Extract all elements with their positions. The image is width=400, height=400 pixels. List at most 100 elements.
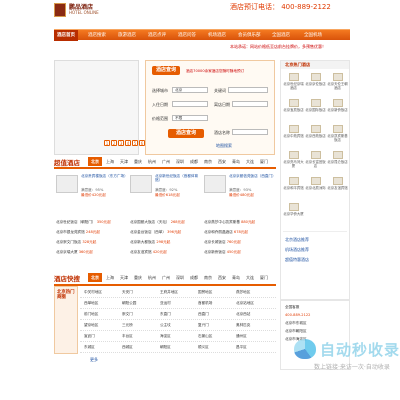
sidebar-hotel[interactable]: 北京世纪京瑞酒店	[283, 73, 304, 95]
hotel-list-item[interactable]: 北京世纪饭店（朝阳门） 350元起	[56, 220, 111, 225]
hotel-list-item[interactable]: 北京燕莎中心凯宾斯基 880元起	[204, 220, 255, 225]
district-link[interactable]: 三元桥	[122, 323, 133, 328]
map-search-link[interactable]: 地图搜索	[216, 143, 232, 149]
promo-notice[interactable]: 本站承诺：网站价格低至店前台挂牌价，多预售优惠！	[230, 44, 326, 50]
hotel-card[interactable]: 北京贵宾楼饭店（东方广场） 满意度：95% 最低价420元起	[56, 172, 128, 216]
city-tab[interactable]: 杭州	[148, 159, 156, 165]
city-tab[interactable]: 深圳	[176, 159, 184, 165]
city-tab[interactable]: 重庆	[134, 159, 142, 165]
district-link[interactable]: 东城区	[84, 345, 95, 350]
hotel-card[interactable]: 北京京都信苑饭店（西直门） 满意度：93% 最低价480元起	[204, 172, 276, 216]
hotel-name[interactable]: 北京京都信苑饭店（西直门）	[229, 174, 276, 178]
sidebar-hotel[interactable]: 北京国际饭店	[305, 99, 326, 121]
sidebar-hotel[interactable]: 北京北辰洲际	[305, 177, 326, 199]
checkin-input[interactable]	[172, 101, 208, 107]
city-tab[interactable]: 杭州	[148, 275, 156, 281]
city-tab[interactable]: 厦门	[260, 159, 268, 165]
city-tab[interactable]: 北京	[88, 273, 102, 282]
city-tab[interactable]: 青岛	[232, 159, 240, 165]
city-tab[interactable]: 深圳	[176, 275, 184, 281]
city-tab[interactable]: 北京	[88, 157, 102, 166]
sidebar-hotel[interactable]: 北京和平宾馆	[283, 177, 304, 199]
district-link[interactable]: 东直门	[160, 312, 171, 317]
site-logo[interactable]: 鹏品酒店 HOTEL ONLINE	[54, 2, 104, 22]
city-tab[interactable]: 成都	[190, 159, 198, 165]
nav-item-travel[interactable]: 旅游酒店	[118, 30, 136, 41]
sidebar-link[interactable]: 机场酒店推荐	[285, 247, 309, 253]
city-tab[interactable]: 广州	[162, 159, 170, 165]
sidebar-hotel[interactable]: 北京长富宫饭店	[305, 151, 326, 173]
hotel-list-item[interactable]: 北京新大都饭店 298元起	[130, 240, 170, 245]
city-tab[interactable]: 南京	[204, 159, 212, 165]
city-tab[interactable]: 天津	[120, 275, 128, 281]
city-tab[interactable]: 南京	[204, 275, 212, 281]
district-link[interactable]: 西城区	[122, 345, 133, 350]
hotel-list-item[interactable]: 北京和乔丽晶酒店 678元起	[204, 230, 248, 235]
city-tab[interactable]: 成都	[190, 275, 198, 281]
sidebar-hotel[interactable]: 北京新侨饭店	[327, 99, 348, 121]
city-tab[interactable]: 厦门	[260, 275, 268, 281]
district-link[interactable]: 王府井地区	[160, 290, 178, 295]
hotel-name-input[interactable]	[232, 129, 268, 135]
district-link[interactable]: 奥林匹克	[236, 323, 250, 328]
city-tab[interactable]: 大连	[246, 275, 254, 281]
district-link[interactable]: 丰台区	[122, 334, 133, 339]
district-link[interactable]: 通州区	[236, 334, 247, 339]
pager-1[interactable]: 1	[104, 140, 110, 146]
district-link[interactable]: 朝阳公园	[122, 301, 136, 306]
nav-item-airports[interactable]: 全国机场	[304, 30, 322, 41]
hotel-name[interactable]: 北京贵宾楼饭店（东方广场）	[81, 174, 128, 178]
city-tab[interactable]: 西安	[218, 159, 226, 165]
nav-item-search[interactable]: 酒店搜索	[88, 30, 106, 41]
sidebar-hotel[interactable]: 北京华侨大厦	[283, 203, 304, 225]
district-link[interactable]: 燕莎地区	[236, 290, 250, 295]
district-link[interactable]: 首都机场	[198, 301, 212, 306]
nav-item-national-hotels[interactable]: 全国酒店	[272, 30, 290, 41]
sidebar-hotel[interactable]: 北京西苑饭店	[305, 125, 326, 147]
district-link[interactable]: 西直门	[198, 312, 209, 317]
district-link[interactable]: 北京西站	[236, 312, 250, 317]
city-tab[interactable]: 西安	[218, 275, 226, 281]
district-link[interactable]: 亚运村	[160, 301, 171, 306]
sidebar-hotel[interactable]: 北京凯宾斯基饭店	[327, 125, 348, 147]
district-link[interactable]: 望京地区	[84, 323, 98, 328]
district-link[interactable]: 朝阳区	[160, 345, 171, 350]
pager-2[interactable]: 2	[111, 140, 117, 146]
hotel-list-item[interactable]: 北京市银龙苑宾馆 248元起	[56, 230, 100, 235]
city-tab[interactable]: 上海	[106, 275, 114, 281]
hotel-name[interactable]: 北京新世纪饭店（首都体育馆）	[155, 174, 201, 183]
hotel-list-item[interactable]: 北京国都大饭店（天坛） 268元起	[130, 220, 185, 225]
sidebar-hotel[interactable]: 北京宝辰饭店	[283, 99, 304, 121]
search-tab[interactable]: 酒店查询	[152, 66, 181, 75]
nav-item-home[interactable]: 酒店首页	[54, 30, 78, 41]
district-link[interactable]: 顺义区	[198, 345, 209, 350]
sidebar-hotel[interactable]: 北京昆仑饭店	[327, 151, 348, 173]
keyword-input[interactable]	[228, 87, 268, 93]
district-link[interactable]: 复兴门	[198, 323, 209, 328]
nav-item-club[interactable]: 会员俱乐部	[238, 30, 261, 41]
nav-item-qa[interactable]: 酒店问答	[178, 30, 196, 41]
district-link[interactable]: 公主坟	[160, 323, 171, 328]
checkout-input[interactable]	[232, 101, 268, 107]
pager-4[interactable]: 4	[125, 140, 131, 146]
nav-item-airport-hotels[interactable]: 机场酒店	[208, 30, 226, 41]
district-link[interactable]: 西单地区	[84, 301, 98, 306]
district-link[interactable]: 北京站地区	[236, 301, 254, 306]
hotel-list-item[interactable]: 北京崇文门饭店 328元起	[56, 240, 96, 245]
city-tab[interactable]: 天津	[120, 159, 128, 165]
search-button[interactable]: 酒店查询	[168, 129, 204, 138]
sidebar-hotel[interactable]: 北京友谊宾馆	[327, 177, 348, 199]
district-link[interactable]: 崇文门	[122, 312, 133, 317]
pager-3[interactable]: 3	[118, 140, 124, 146]
city-tab[interactable]: 青岛	[232, 275, 240, 281]
district-link[interactable]: 中关村地区	[84, 290, 102, 295]
city-tab[interactable]: 大连	[246, 159, 254, 165]
hotel-list-item[interactable]: 北京京瑞大厦 360元起	[56, 250, 93, 255]
sidebar-hotel[interactable]: 北京亮马河大厦	[283, 151, 304, 173]
district-link[interactable]: 国贸地区	[198, 290, 212, 295]
district-link[interactable]: 昌平区	[236, 345, 247, 350]
city-tab[interactable]: 广州	[162, 275, 170, 281]
sidebar-hotel[interactable]: 北京京伦饭店	[305, 73, 326, 95]
city-select[interactable]: 北京	[172, 87, 208, 93]
price-select[interactable]: 不限	[172, 115, 208, 121]
